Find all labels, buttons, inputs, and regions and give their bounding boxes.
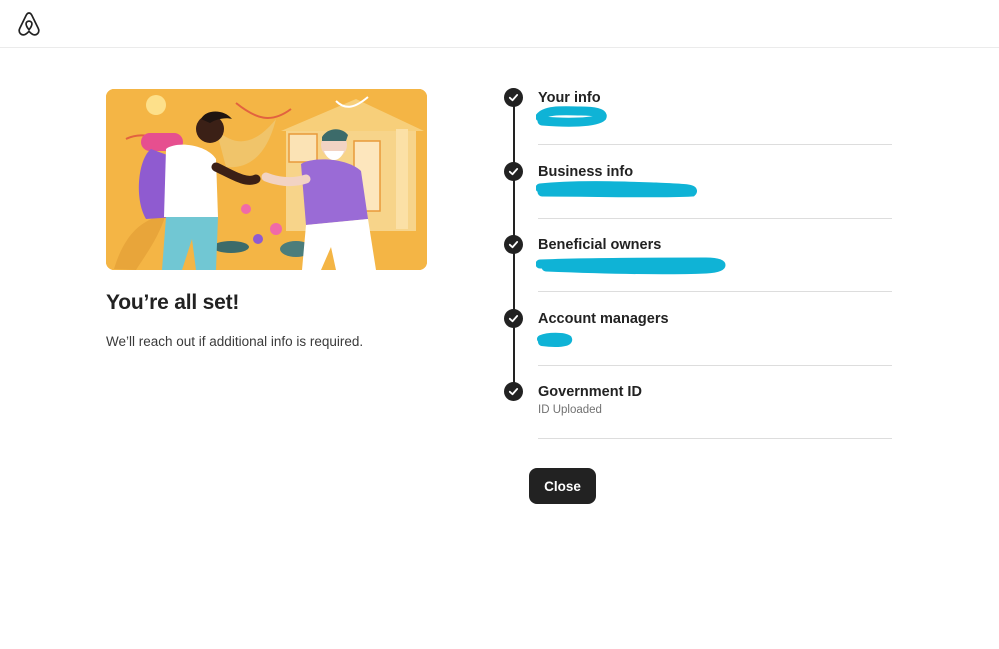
step-label: Government ID — [538, 384, 642, 400]
step-your-info: Your info — [504, 88, 894, 162]
divider — [538, 291, 892, 292]
top-bar — [0, 0, 999, 48]
airbnb-logo-icon[interactable] — [16, 11, 42, 37]
checkmark-icon — [504, 382, 523, 401]
checkmark-icon — [504, 162, 523, 181]
divider — [538, 365, 892, 366]
hero-illustration — [106, 89, 427, 270]
close-button[interactable]: Close — [529, 468, 596, 504]
checkmark-icon — [504, 88, 523, 107]
step-beneficial-owners: Beneficial owners — [504, 235, 894, 309]
step-label: Your info — [538, 90, 601, 106]
divider — [538, 438, 892, 439]
divider — [538, 218, 892, 219]
page-title: You’re all set! — [106, 291, 240, 314]
page-subtitle: We’ll reach out if additional info is re… — [106, 334, 364, 349]
step-business-info: Business info — [504, 162, 894, 236]
step-detail: ID Uploaded — [538, 404, 602, 416]
two-people-handshake-illustration — [106, 89, 427, 270]
redaction-scribble — [537, 332, 573, 347]
step-label: Account managers — [538, 311, 669, 327]
step-account-managers: Account managers — [504, 309, 894, 383]
step-government-id: Government ID ID Uploaded — [504, 382, 894, 456]
step-label: Beneficial owners — [538, 237, 662, 253]
checkmark-icon — [504, 309, 523, 328]
divider — [538, 144, 892, 145]
checkmark-icon — [504, 235, 523, 254]
redaction-scribble — [536, 106, 607, 127]
redaction-scribble — [536, 257, 726, 275]
redaction-scribble — [536, 181, 697, 198]
